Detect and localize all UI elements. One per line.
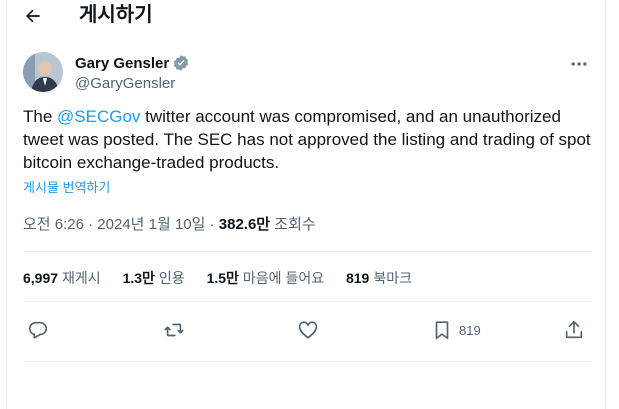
stat-number: 6,997 [23, 270, 59, 286]
verified-badge-icon [173, 55, 189, 71]
views-label: 조회수 [274, 216, 316, 233]
tweet-meta: 오전 6:26 · 2024년 1월 10일 · 382.6만 조회수 [23, 215, 316, 235]
page-title: 게시하기 [79, 4, 153, 26]
author-handle[interactable]: @GaryGensler [75, 75, 175, 93]
more-options-button[interactable] [567, 52, 591, 76]
header: 게시하기 [7, 0, 605, 32]
timestamp[interactable]: 오전 6:26 · 2024년 1월 10일 · [23, 216, 219, 233]
stat-label: 북마크 [373, 270, 412, 286]
stat-number: 1.3만 [122, 270, 155, 286]
divider [23, 251, 593, 252]
bookmark-count: 819 [459, 322, 481, 338]
stat-number: 1.5만 [206, 270, 239, 286]
stat-number: 819 [345, 270, 370, 286]
engagement-stats: 6,997 재게시 1.3만 인용 1.5만 마음에 들어요 819 북마크 [23, 268, 430, 288]
bookmark-icon [435, 321, 449, 340]
like-button[interactable] [297, 316, 319, 344]
tweet-prefix: The [23, 107, 58, 126]
tweet-text: The @SECGov twitter account was compromi… [23, 105, 593, 174]
stat-bookmarks[interactable]: 819 북마크 [346, 268, 412, 288]
divider [23, 361, 593, 362]
share-button[interactable] [563, 316, 585, 344]
stat-reposts[interactable]: 6,997 재게시 [23, 268, 101, 288]
views-count: 382.6만 [218, 216, 271, 233]
repost-icon [164, 323, 184, 337]
stat-quotes[interactable]: 1.3만 인용 [123, 268, 185, 288]
repost-button[interactable] [163, 316, 185, 344]
heart-icon [298, 321, 318, 339]
avatar-image [23, 52, 63, 92]
stat-likes[interactable]: 1.5만 마음에 들어요 [207, 268, 325, 288]
divider [23, 301, 593, 302]
share-icon [565, 320, 583, 339]
more-dots-icon [571, 62, 587, 66]
author-name[interactable]: Gary Gensler [75, 55, 169, 73]
arrow-left-icon [26, 9, 40, 23]
stat-label: 인용 [158, 270, 185, 286]
bookmark-button[interactable]: 819 [431, 316, 481, 344]
translate-link[interactable]: 게시물 번역하기 [23, 180, 110, 196]
mention-link[interactable]: @SECGov [57, 107, 140, 126]
stat-label: 재게시 [62, 270, 101, 286]
stat-label: 마음에 들어요 [242, 270, 325, 286]
tweet-panel: 게시하기 Gary Gensler @GaryGensler The @SECG… [6, 0, 606, 409]
avatar[interactable] [23, 52, 63, 92]
back-button[interactable] [21, 4, 45, 28]
reply-icon [28, 321, 48, 339]
reply-button[interactable] [27, 316, 49, 344]
